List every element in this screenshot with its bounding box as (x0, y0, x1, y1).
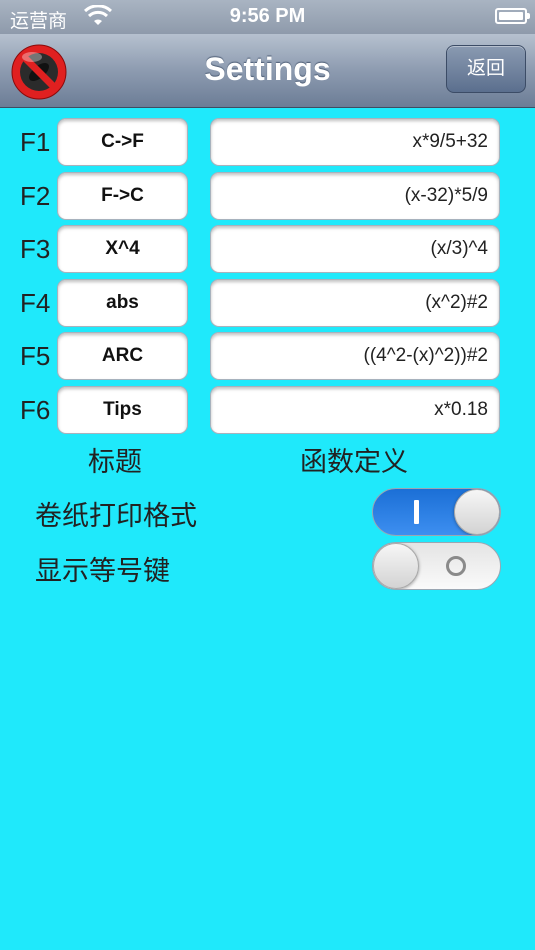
function-definition-field[interactable]: (x^2)#2 (210, 279, 500, 327)
function-title-field[interactable]: Tips (57, 386, 188, 434)
function-key-label: F5 (20, 341, 51, 371)
toggle-knob (454, 489, 500, 535)
function-row-f3: F3 X^4 (x/3)^4 (0, 225, 535, 275)
function-row-f4: F4 abs (x^2)#2 (0, 279, 535, 329)
function-title-field[interactable]: F->C (57, 172, 188, 220)
function-key-label: F3 (20, 234, 51, 264)
roll-paper-format-label: 卷纸打印格式 (35, 501, 197, 531)
function-definition-field[interactable]: x*9/5+32 (210, 118, 500, 166)
function-title-field[interactable]: abs (57, 279, 188, 327)
function-key-label: F4 (20, 288, 51, 318)
toggle-on-indicator (414, 500, 419, 524)
function-row-f5: F5 ARC ((4^2-(x)^2))#2 (0, 332, 535, 382)
toggle-knob (373, 543, 419, 589)
function-title-field[interactable]: C->F (57, 118, 188, 166)
function-title-field[interactable]: ARC (57, 332, 188, 380)
function-key-label: F2 (20, 181, 51, 211)
battery-icon (495, 8, 530, 24)
title-column-caption: 标题 (88, 447, 142, 477)
status-bar: 运营商 9:56 PM (0, 0, 535, 34)
function-definition-field[interactable]: (x-32)*5/9 (210, 172, 500, 220)
back-button[interactable]: 返回 (446, 45, 526, 93)
function-key-label: F6 (20, 395, 51, 425)
function-row-f2: F2 F->C (x-32)*5/9 (0, 172, 535, 222)
function-title-field[interactable]: X^4 (57, 225, 188, 273)
function-row-f1: F1 C->F x*9/5+32 (0, 118, 535, 168)
function-key-label: F1 (20, 127, 51, 157)
toggle-off-indicator (446, 556, 466, 576)
function-row-f6: F6 Tips x*0.18 (0, 386, 535, 436)
show-equals-key-label: 显示等号键 (35, 556, 170, 586)
show-equals-key-toggle[interactable] (372, 542, 501, 590)
function-definition-field[interactable]: (x/3)^4 (210, 225, 500, 273)
function-definition-field[interactable]: x*0.18 (210, 386, 500, 434)
roll-paper-format-toggle[interactable] (372, 488, 501, 536)
navigation-bar: Settings 返回 (0, 34, 535, 108)
definition-column-caption: 函数定义 (300, 447, 408, 477)
function-definition-field[interactable]: ((4^2-(x)^2))#2 (210, 332, 500, 380)
status-time: 9:56 PM (229, 5, 306, 27)
